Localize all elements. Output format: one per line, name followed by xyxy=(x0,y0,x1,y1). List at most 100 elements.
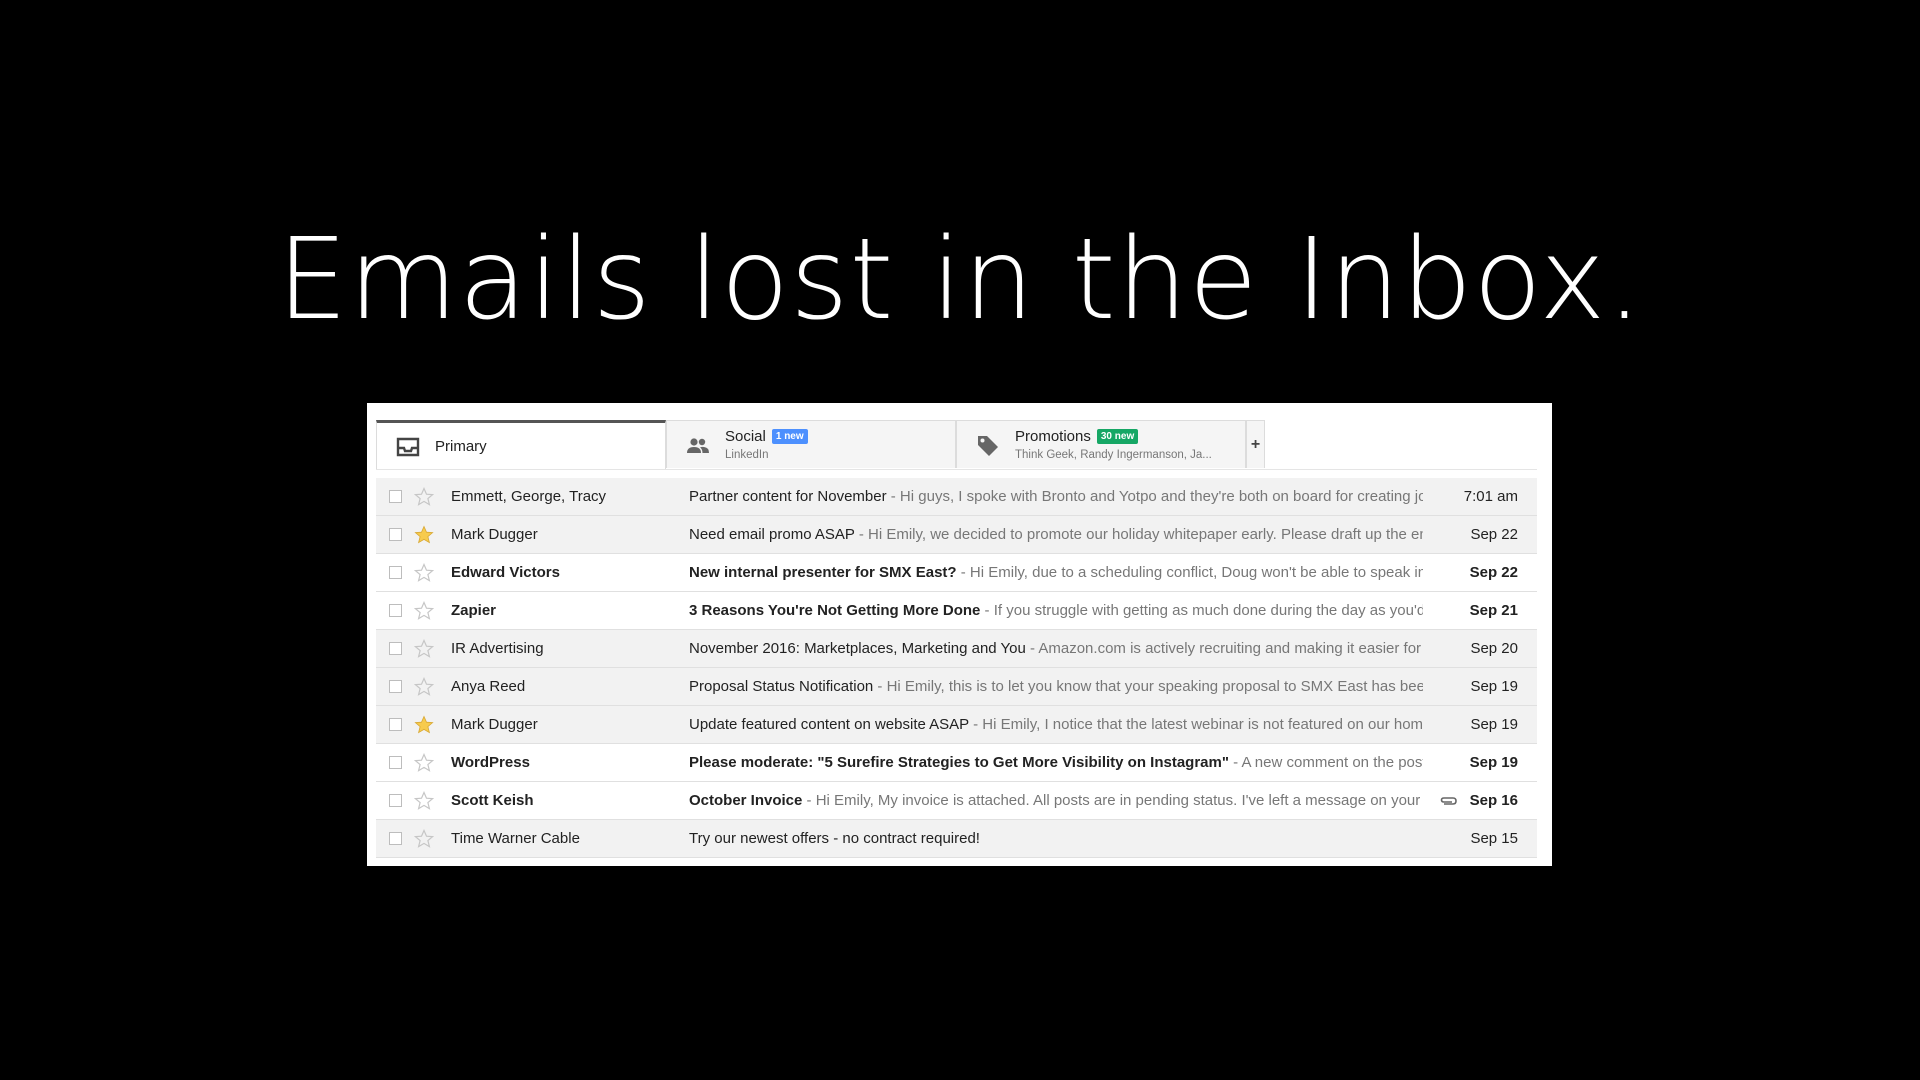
inbox-icon xyxy=(395,435,421,459)
email-row[interactable]: Anya Reed Proposal Status Notification - … xyxy=(376,668,1537,706)
gmail-inbox-screenshot: Primary Social 1 new LinkedIn Promotions… xyxy=(367,403,1552,866)
email-content: November 2016: Marketplaces, Marketing a… xyxy=(689,640,1423,657)
email-snippet: - Hi guys, I spoke with Bronto and Yotpo… xyxy=(886,488,1423,505)
tab-social-subtitle: LinkedIn xyxy=(725,449,769,461)
email-content: Proposal Status Notification - Hi Emily,… xyxy=(689,678,1423,695)
inbox-tabs: Primary Social 1 new LinkedIn Promotions… xyxy=(376,420,1537,470)
select-checkbox[interactable] xyxy=(389,528,402,541)
email-sender: WordPress xyxy=(451,754,530,771)
email-subject: October Invoice xyxy=(689,792,803,809)
email-date: Sep 22 xyxy=(1469,564,1518,581)
tab-social-label: Social xyxy=(725,428,766,445)
email-date: Sep 15 xyxy=(1470,830,1518,847)
tab-promotions[interactable]: Promotions 30 new Think Geek, Randy Inger… xyxy=(956,420,1246,468)
email-content: Please moderate: "5 Surefire Strategies … xyxy=(689,754,1423,771)
email-date: Sep 20 xyxy=(1470,640,1518,657)
email-date: Sep 21 xyxy=(1469,602,1518,619)
email-snippet: - Hi Emily, this is to let you know that… xyxy=(873,678,1423,695)
add-tab-button[interactable]: + xyxy=(1246,420,1265,468)
email-content: October Invoice - Hi Emily, My invoice i… xyxy=(689,792,1423,809)
email-list: Emmett, George, Tracy Partner content for… xyxy=(376,478,1537,858)
email-sender: Edward Victors xyxy=(451,564,560,581)
email-content: Try our newest offers - no contract requ… xyxy=(689,830,1423,847)
tab-social[interactable]: Social 1 new LinkedIn xyxy=(666,420,956,468)
email-snippet: - Amazon.com is actively recruiting and … xyxy=(1025,640,1423,657)
star-filled-icon[interactable] xyxy=(414,715,434,735)
email-content: 3 Reasons You're Not Getting More Done -… xyxy=(689,602,1423,619)
email-sender: Time Warner Cable xyxy=(451,830,580,847)
star-icon[interactable] xyxy=(413,639,435,659)
star-icon[interactable] xyxy=(413,563,435,583)
email-subject: 3 Reasons You're Not Getting More Done xyxy=(689,602,981,619)
select-checkbox[interactable] xyxy=(389,756,402,769)
email-snippet: - Hi Emily, My invoice is attached. All … xyxy=(802,792,1421,809)
email-content: Need email promo ASAP - Hi Emily, we dec… xyxy=(689,526,1423,543)
select-checkbox[interactable] xyxy=(389,680,402,693)
email-subject: New internal presenter for SMX East? xyxy=(689,564,957,581)
email-row[interactable]: Mark Dugger Need email promo ASAP - Hi Em… xyxy=(376,516,1537,554)
email-content: Partner content for November - Hi guys, … xyxy=(689,488,1423,505)
email-date: Sep 19 xyxy=(1470,716,1518,733)
select-checkbox[interactable] xyxy=(389,718,402,731)
email-row[interactable]: IR Advertising November 2016: Marketplace… xyxy=(376,630,1537,668)
select-checkbox[interactable] xyxy=(389,832,402,845)
select-checkbox[interactable] xyxy=(389,490,402,503)
slide-title: Emails lost in the Inbox. xyxy=(276,215,1644,345)
email-subject: Need email promo ASAP xyxy=(689,526,855,543)
email-sender: IR Advertising xyxy=(451,640,544,657)
email-subject: Please moderate: "5 Surefire Strategies … xyxy=(689,754,1229,771)
email-subject: Update featured content on website ASAP xyxy=(689,716,969,733)
email-sender: Emmett, George, Tracy xyxy=(451,488,607,505)
star-icon[interactable] xyxy=(413,791,435,811)
attachment-icon xyxy=(1439,794,1459,808)
email-snippet: - Hi Emily, we decided to promote our ho… xyxy=(854,526,1423,543)
email-sender: Zapier xyxy=(451,602,497,619)
tab-social-label-row: Social 1 new xyxy=(725,428,808,445)
select-checkbox[interactable] xyxy=(389,794,402,807)
email-row[interactable]: Time Warner Cable Try our newest offers -… xyxy=(376,820,1537,858)
email-sender: Mark Dugger xyxy=(451,716,538,733)
star-filled-icon[interactable] xyxy=(414,525,434,545)
email-snippet: - If you struggle with getting as much d… xyxy=(980,602,1423,619)
select-checkbox[interactable] xyxy=(389,642,402,655)
star-icon[interactable] xyxy=(413,601,435,621)
email-content: Update featured content on website ASAP … xyxy=(689,716,1423,733)
email-content: New internal presenter for SMX East? - H… xyxy=(689,564,1423,581)
email-subject: Proposal Status Notification xyxy=(689,678,874,695)
tag-icon xyxy=(975,433,1001,457)
email-snippet: - Hi Emily, due to a scheduling conflict… xyxy=(956,564,1423,581)
email-row[interactable]: Zapier 3 Reasons You're Not Getting More … xyxy=(376,592,1537,630)
email-snippet: - A new comment on the post xyxy=(1228,754,1423,771)
star-icon[interactable] xyxy=(413,677,435,697)
new-count-badge: 1 new xyxy=(771,429,808,444)
email-row[interactable]: Edward Victors New internal presenter for… xyxy=(376,554,1537,592)
email-snippet: - Hi Emily, I notice that the latest web… xyxy=(968,716,1423,733)
star-icon[interactable] xyxy=(413,753,435,773)
email-date: Sep 16 xyxy=(1469,792,1518,809)
new-count-badge: 30 new xyxy=(1096,429,1139,444)
email-sender: Mark Dugger xyxy=(451,526,538,543)
email-date: Sep 19 xyxy=(1469,754,1518,771)
star-icon[interactable] xyxy=(413,829,435,849)
email-row[interactable]: WordPress Please moderate: "5 Surefire St… xyxy=(376,744,1537,782)
email-sender: Scott Keish xyxy=(451,792,534,809)
email-row[interactable]: Emmett, George, Tracy Partner content for… xyxy=(376,478,1537,516)
people-icon xyxy=(685,433,711,457)
star-icon[interactable] xyxy=(413,487,435,507)
email-subject: Partner content for November xyxy=(689,488,887,505)
email-row[interactable]: Mark Dugger Update featured content on we… xyxy=(376,706,1537,744)
tab-promotions-subtitle: Think Geek, Randy Ingermanson, Ja... xyxy=(1015,449,1212,461)
email-subject: Try our newest offers - no contract requ… xyxy=(689,830,980,847)
tab-promotions-label: Promotions xyxy=(1015,428,1091,445)
tab-primary[interactable]: Primary xyxy=(376,420,666,469)
email-sender: Anya Reed xyxy=(451,678,526,695)
select-checkbox[interactable] xyxy=(389,566,402,579)
email-date: Sep 19 xyxy=(1470,678,1518,695)
select-checkbox[interactable] xyxy=(389,604,402,617)
tab-primary-label: Primary xyxy=(435,438,487,455)
email-subject: November 2016: Marketplaces, Marketing a… xyxy=(689,640,1026,657)
tab-promotions-label-row: Promotions 30 new xyxy=(1015,428,1139,445)
email-row[interactable]: Scott Keish October Invoice - Hi Emily, M… xyxy=(376,782,1537,820)
email-date: 7:01 am xyxy=(1463,488,1518,505)
email-date: Sep 22 xyxy=(1470,526,1518,543)
